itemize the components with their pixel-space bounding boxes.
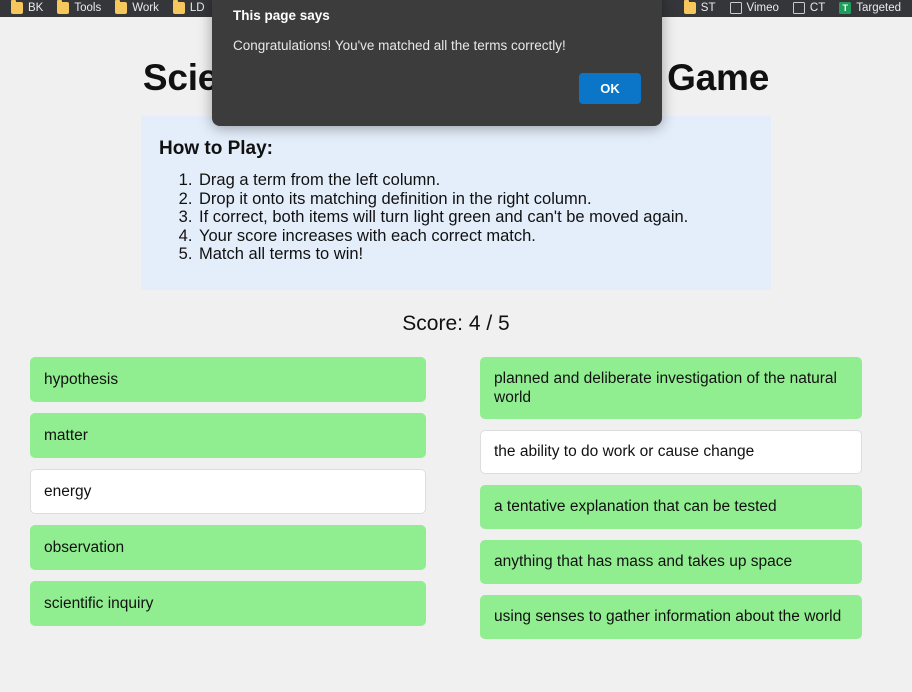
bookmark-label: BK xyxy=(28,2,44,14)
definition-item[interactable]: planned and deliberate investigation of … xyxy=(480,356,862,419)
term-item[interactable]: energy xyxy=(30,468,426,514)
bookmark-item-ct[interactable]: CT xyxy=(786,0,832,16)
definition-item[interactable]: using senses to gather information about… xyxy=(480,594,862,639)
dialog-message: Congratulations! You've matched all the … xyxy=(233,38,566,53)
folder-icon xyxy=(11,0,23,14)
bookmark-label: Work xyxy=(132,2,159,14)
term-item[interactable]: matter xyxy=(30,412,426,458)
bookmark-label: CT xyxy=(809,2,826,14)
bookmark-item-vimeo[interactable]: Vimeo xyxy=(723,0,786,16)
how-to-play-heading: How to Play: xyxy=(159,138,274,159)
bookmark-item-bk[interactable]: BK xyxy=(4,0,50,16)
definition-item[interactable]: the ability to do work or cause change xyxy=(480,429,862,474)
how-to-play-panel: How to Play: Drag a term from the left c… xyxy=(141,116,771,290)
how-to-play-step: Match all terms to win! xyxy=(197,245,771,264)
term-item[interactable]: observation xyxy=(30,524,426,570)
how-to-play-step: Your score increases with each correct m… xyxy=(197,227,771,246)
term-item[interactable]: hypothesis xyxy=(30,356,426,402)
folder-icon xyxy=(172,0,185,14)
folder-icon xyxy=(57,0,70,14)
folder-icon xyxy=(115,0,128,14)
bookmark-label: Targeted xyxy=(856,2,901,14)
dialog-ok-button[interactable]: OK xyxy=(579,73,641,104)
folder-icon xyxy=(683,0,696,14)
javascript-alert-dialog: This page says Congratulations! You've m… xyxy=(212,0,662,126)
score-display: Score: 4 / 5 xyxy=(402,311,510,335)
how-to-play-step: If correct, both items will turn light g… xyxy=(197,208,771,227)
bookmark-item-ld[interactable]: LD xyxy=(166,0,212,16)
dialog-title: This page says xyxy=(233,8,330,23)
terms-column: hypothesis matter energy observation sci… xyxy=(30,356,426,650)
bookmark-label: ST xyxy=(700,2,716,14)
bookmark-label: Tools xyxy=(74,2,102,14)
bookmark-label: Vimeo xyxy=(746,2,779,14)
how-to-play-step: Drop it onto its matching definition in … xyxy=(197,190,771,209)
definition-item[interactable]: a tentative explanation that can be test… xyxy=(480,484,862,529)
bookmark-item-st[interactable]: ST xyxy=(677,0,723,16)
bookmark-item-work[interactable]: Work xyxy=(108,0,166,16)
bookmark-item-targeted[interactable]: T Targeted xyxy=(832,0,908,16)
page-icon xyxy=(792,2,805,14)
page-icon xyxy=(729,2,742,14)
bookmark-label: LD xyxy=(189,2,205,14)
dialog-actions: OK xyxy=(212,54,662,126)
how-to-play-step: Drag a term from the left column. xyxy=(197,171,771,190)
how-to-play-steps: Drag a term from the left column. Drop i… xyxy=(141,171,771,264)
sheets-icon: T xyxy=(839,2,852,14)
term-item[interactable]: scientific inquiry xyxy=(30,580,426,626)
bookmark-item-tools[interactable]: Tools xyxy=(50,0,108,16)
matching-game-columns: hypothesis matter energy observation sci… xyxy=(0,356,912,650)
definition-item[interactable]: anything that has mass and takes up spac… xyxy=(480,539,862,584)
definitions-column: planned and deliberate investigation of … xyxy=(480,356,862,650)
